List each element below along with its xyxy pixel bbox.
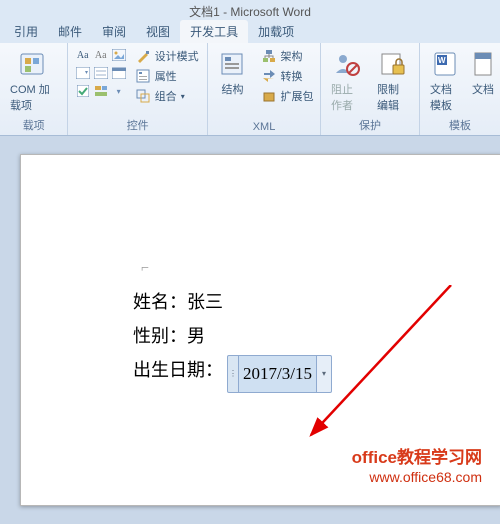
tab-developer[interactable]: 开发工具	[180, 20, 248, 43]
group-protect: 阻止作者 限制编辑 保护	[321, 43, 420, 135]
control-handle-icon[interactable]: ⋮	[227, 355, 239, 393]
group-controls-label: 控件	[74, 117, 201, 135]
design-mode-label: 设计模式	[155, 48, 199, 64]
block-authors-icon	[331, 49, 363, 79]
name-value[interactable]: 张三	[187, 292, 223, 312]
group-addins-label: 载项	[6, 117, 61, 135]
ribbon-tabs: 引用 邮件 审阅 视图 开发工具 加载项	[0, 21, 500, 43]
schema-button[interactable]: 架构	[259, 47, 316, 65]
checkbox-control-icon[interactable]	[75, 83, 91, 99]
addins-icon	[18, 49, 50, 79]
picture-control-icon[interactable]	[111, 47, 127, 63]
group-template: W 文档模板 文档 模板	[420, 43, 500, 135]
richtext-control-icon[interactable]: Aa	[75, 47, 91, 63]
restrict-editing-button[interactable]: 限制编辑	[373, 45, 413, 113]
dropdown-control-icon[interactable]	[75, 65, 91, 81]
chevron-down-icon: ▾	[181, 92, 185, 101]
tab-view[interactable]: 视图	[136, 20, 180, 43]
tab-references[interactable]: 引用	[4, 20, 48, 43]
group-controls: Aa Aa ▾ 设计模式	[68, 43, 208, 135]
doc-panel-button[interactable]: 文档	[472, 45, 494, 97]
properties-label: 属性	[155, 68, 177, 84]
design-mode-icon	[135, 48, 151, 64]
com-addins-label: COM 加载项	[10, 81, 57, 113]
watermark: office教程学习网 www.office68.com	[352, 447, 482, 486]
doc-panel-icon	[472, 49, 494, 79]
expansion-button[interactable]: 扩展包	[259, 87, 316, 105]
group-xml-label: XML	[214, 121, 314, 135]
combo-control-icon[interactable]	[93, 65, 109, 81]
watermark-url: www.office68.com	[352, 469, 482, 487]
dob-label: 出生日期：	[133, 360, 223, 380]
doc-panel-label: 文档	[472, 81, 494, 97]
expansion-icon	[261, 88, 277, 104]
com-addins-button[interactable]: COM 加载项	[6, 45, 61, 113]
name-label: 姓名：	[133, 292, 187, 312]
date-control-icon[interactable]	[111, 65, 127, 81]
template-icon: W	[430, 49, 462, 79]
design-mode-button[interactable]: 设计模式	[133, 47, 201, 65]
block-authors-button[interactable]: 阻止作者	[327, 45, 367, 113]
tab-addins[interactable]: 加载项	[248, 20, 304, 43]
tab-review[interactable]: 审阅	[92, 20, 136, 43]
document-content[interactable]: 姓名：张三 性别：男 出生日期： ⋮ 2017/3/15 ▾	[133, 285, 332, 393]
tab-mailings[interactable]: 邮件	[48, 20, 92, 43]
group-xml: 结构 架构 转换 扩展包 XML	[208, 43, 321, 135]
date-picker-control[interactable]: ⋮ 2017/3/15 ▾	[227, 355, 332, 393]
structure-icon	[217, 49, 249, 79]
group-protect-label: 保护	[327, 117, 413, 135]
gender-label: 性别：	[133, 326, 187, 346]
structure-button[interactable]: 结构	[213, 45, 253, 97]
group-template-label: 模板	[426, 117, 494, 135]
date-value[interactable]: 2017/3/15	[239, 355, 316, 393]
properties-button[interactable]: 属性	[133, 67, 201, 85]
paragraph-mark-icon: ⌐	[141, 261, 149, 277]
group-objects-icon	[135, 88, 151, 104]
plaintext-control-icon[interactable]: Aa	[93, 47, 109, 63]
svg-text:W: W	[438, 56, 446, 65]
structure-label: 结构	[222, 81, 244, 97]
group-objects-label: 组合	[155, 88, 177, 104]
restrict-editing-icon	[377, 49, 409, 79]
date-dropdown-button[interactable]: ▾	[316, 355, 332, 393]
transform-button[interactable]: 转换	[259, 67, 316, 85]
block-authors-label: 阻止作者	[331, 81, 363, 113]
schema-icon	[261, 48, 277, 64]
expansion-label: 扩展包	[281, 88, 314, 104]
watermark-title: office教程学习网	[352, 447, 482, 468]
transform-label: 转换	[281, 68, 303, 84]
properties-icon	[135, 68, 151, 84]
gender-value[interactable]: 男	[187, 326, 205, 346]
more-controls-icon[interactable]: ▾	[111, 83, 127, 99]
restrict-editing-label: 限制编辑	[377, 81, 409, 113]
ribbon: COM 加载项 载项 Aa Aa ▾	[0, 43, 500, 136]
transform-icon	[261, 68, 277, 84]
group-objects-button[interactable]: 组合 ▾	[133, 87, 201, 105]
group-addins: COM 加载项 载项	[0, 43, 68, 135]
control-palette: Aa Aa ▾	[75, 45, 127, 99]
template-label: 文档模板	[430, 81, 462, 113]
schema-label: 架构	[281, 48, 303, 64]
window-title: 文档1 - Microsoft Word	[0, 0, 500, 21]
template-button[interactable]: W 文档模板	[426, 45, 466, 113]
legacy-tools-icon[interactable]	[93, 83, 109, 99]
